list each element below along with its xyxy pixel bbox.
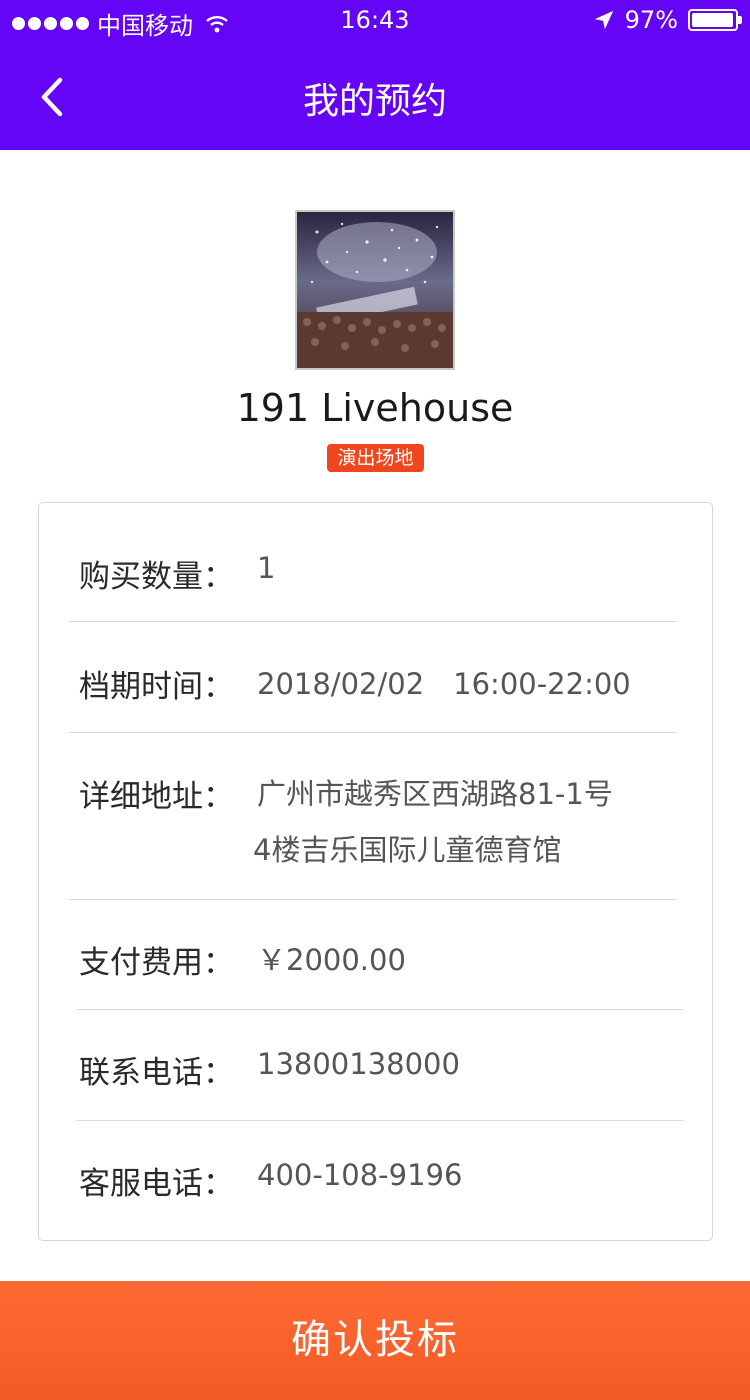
divider: [76, 1120, 684, 1121]
contact-label: 联系电话：: [79, 1055, 234, 1091]
service-label: 客服电话：: [79, 1166, 234, 1202]
venue-tag-badge: 演出场地: [327, 444, 424, 472]
page-title: 我的预约: [302, 81, 447, 122]
fee-value: ￥2000.00: [257, 943, 406, 977]
address-line-2: 4楼吉乐国际儿童德育馆: [253, 833, 562, 867]
status-bar: 中国移动 16:43 97%: [0, 0, 750, 40]
schedule-label: 档期时间：: [79, 669, 234, 705]
divider: [76, 1009, 684, 1010]
divider: [69, 899, 677, 900]
service-phone-value[interactable]: 400-108-9196: [257, 1158, 462, 1192]
fee-label: 支付费用：: [79, 945, 234, 981]
location-arrow-icon: [594, 10, 613, 30]
header-bar: 中国移动 16:43 97% 我的预约: [0, 0, 750, 150]
divider: [69, 732, 677, 733]
confirm-bid-button[interactable]: 确认投标: [0, 1281, 750, 1400]
contact-phone-value[interactable]: 13800138000: [257, 1047, 460, 1081]
schedule-value: 2018/02/02 16:00-22:00: [257, 667, 631, 701]
status-right: 97%: [593, 6, 742, 34]
quantity-value: 1: [257, 551, 276, 585]
battery-percent: 97%: [624, 6, 678, 34]
divider: [69, 621, 677, 622]
battery-level: [692, 13, 733, 27]
venue-name: 191 Livehouse: [236, 386, 514, 430]
booking-details-card: 购买数量： 1 档期时间： 2018/02/02 16:00-22:00 详细地…: [38, 502, 713, 1241]
battery-icon: [688, 9, 742, 31]
venue-photo: [295, 210, 455, 370]
address-line-1: 广州市越秀区西湖路81-1号: [257, 777, 613, 811]
quantity-label: 购买数量：: [79, 559, 234, 595]
address-label: 详细地址：: [79, 779, 234, 815]
